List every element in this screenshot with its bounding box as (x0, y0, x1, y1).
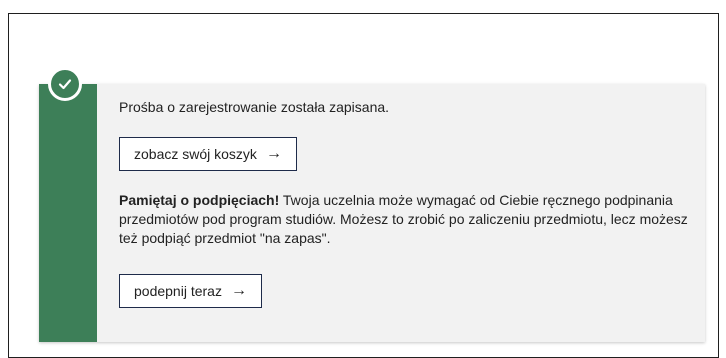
check-circle-icon (48, 67, 82, 101)
check-mark-icon (58, 79, 72, 90)
status-message: Prośba o zarejestrowanie została zapisan… (119, 99, 390, 115)
arrow-right-icon: → (230, 282, 247, 299)
alert-accent-bar (39, 84, 97, 342)
alert-content: Prośba o zarejestrowanie została zapisan… (119, 97, 689, 308)
view-cart-button-label: zobacz swój koszyk (134, 146, 257, 162)
reminder-text: Pamiętaj o podpięciach! Twoja uczelnia m… (119, 191, 689, 248)
attach-now-button[interactable]: podepnij teraz → (119, 274, 262, 308)
view-cart-button[interactable]: zobacz swój koszyk → (119, 137, 297, 171)
reminder-title: Pamiętaj o podpięciach! (119, 192, 280, 208)
attach-now-button-label: podepnij teraz (134, 283, 222, 299)
success-alert: Prośba o zarejestrowanie została zapisan… (39, 84, 705, 342)
arrow-right-icon: → (265, 145, 282, 162)
